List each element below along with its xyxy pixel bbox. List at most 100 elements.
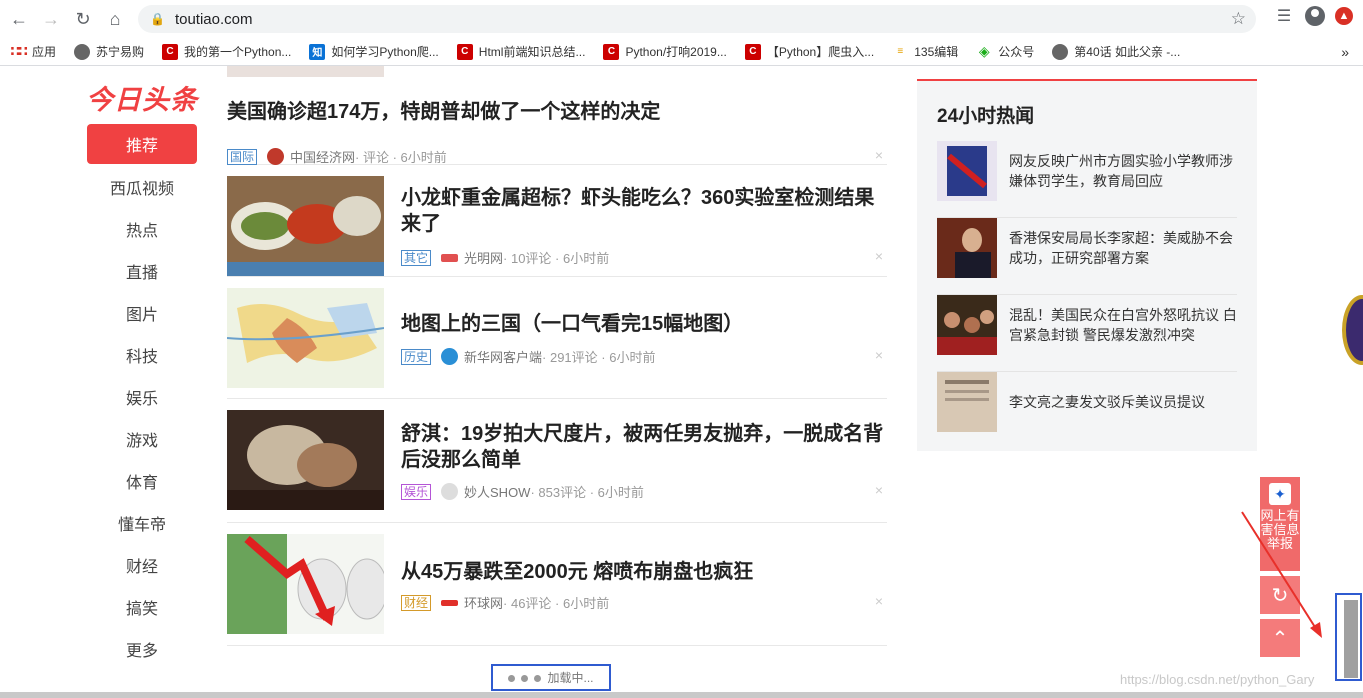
hot-thumbnail[interactable]	[937, 218, 997, 278]
feed-thumbnail[interactable]	[227, 288, 384, 388]
feed-tag: 财经	[401, 594, 432, 611]
bookmark-python-crawler[interactable]: C 【Python】爬虫入...	[744, 43, 874, 60]
address-bar[interactable]: 🔒 toutiao.com ☆	[138, 5, 1256, 33]
feed-source[interactable]: 环球网	[464, 593, 503, 612]
url-text: toutiao.com	[174, 10, 253, 28]
135-icon: ≡	[897, 46, 904, 57]
feed-item[interactable]: 小龙虾重金属超标？虾头能吃么？360实验室检测结果来了 其它 光明网 · 10评…	[227, 165, 887, 277]
feed-thumbnail[interactable]	[227, 176, 384, 276]
bookmark-star-icon[interactable]: ☆	[1231, 9, 1246, 29]
nav-item-games[interactable]: 游戏	[87, 418, 197, 460]
feed-source[interactable]: 新华网客户端	[464, 347, 542, 366]
profile-avatar-icon[interactable]	[1305, 6, 1325, 26]
scrollbar-highlight-box	[1335, 593, 1362, 681]
feed-tag: 国际	[227, 148, 258, 165]
feed-meta: 国际 中国经济网 · 评论 · 6小时前	[227, 147, 447, 166]
feed-title[interactable]: 从45万暴跌至2000元 熔喷布崩盘也疯狂	[401, 559, 887, 585]
feed-tag: 其它	[401, 249, 432, 266]
reading-list-icon[interactable]: ☰	[1273, 5, 1295, 27]
feed-title[interactable]: 舒淇：19岁拍大尺度片，被两任男友抛弃，一脱成名背后没那么简单	[401, 421, 887, 473]
bookmark-zhihu[interactable]: 知如何学习Python爬...	[309, 43, 439, 60]
hot-news-title: 24小时热闻	[937, 106, 1035, 127]
feed-stats: · 853评论 · 6小时前	[530, 485, 644, 500]
hot-news-text[interactable]: 混乱！美国民众在白宫外怒吼抗议 白宫紧急封锁 警民爆发激烈冲突	[1009, 305, 1237, 345]
bookmark-python-first[interactable]: C 我的第一个Python...	[162, 43, 291, 60]
feed-tag: 娱乐	[401, 483, 432, 500]
hot-news-item[interactable]: 李文亮之妻发文驳斥美议员提议	[937, 372, 1237, 449]
nav-item-funny[interactable]: 搞笑	[87, 586, 197, 628]
hot-news-text[interactable]: 香港保安局局长李家超：美威胁不会成功，正研究部署方案	[1009, 228, 1237, 268]
hot-news-item[interactable]: 香港保安局局长李家超：美威胁不会成功，正研究部署方案	[937, 218, 1237, 295]
feed-title[interactable]: 美国确诊超174万，特朗普却做了一个这样的决定	[227, 99, 660, 125]
feed-title[interactable]: 小龙虾重金属超标？虾头能吃么？360实验室检测结果来了	[401, 185, 887, 237]
feed-stats: · 291评论 · 6小时前	[542, 350, 656, 365]
bookmark-html[interactable]: C Html前端知识总结...	[456, 43, 585, 60]
dismiss-icon[interactable]: ×	[875, 482, 883, 498]
toolbar-right: ☰ ▲	[1273, 5, 1363, 27]
globe-icon	[1052, 43, 1069, 60]
loading-dots-icon	[508, 671, 547, 685]
zhihu-icon: 知	[309, 43, 326, 60]
nav-item-sports[interactable]: 体育	[87, 460, 197, 502]
loading-text: 加载中...	[547, 671, 594, 685]
nav-item-cars[interactable]: 懂车帝	[87, 502, 197, 544]
watermark-text: https://blog.csdn.net/python_Gary	[1120, 672, 1315, 687]
nav-item-ent[interactable]: 娱乐	[87, 376, 197, 418]
back-icon[interactable]: ←	[6, 6, 32, 32]
side-badge-icon[interactable]	[1342, 295, 1363, 365]
hot-news-panel: 24小时热闻 网友反映广州市方圆实验小学教师涉嫌体罚学生，教育局回应 香港保安局…	[917, 79, 1257, 451]
nav-item-recommend[interactable]: 推荐	[87, 124, 197, 164]
hot-news-text[interactable]: 网友反映广州市方圆实验小学教师涉嫌体罚学生，教育局回应	[1009, 151, 1237, 191]
feed-thumbnail[interactable]	[227, 410, 384, 510]
hot-thumbnail[interactable]	[937, 295, 997, 355]
forward-icon[interactable]: →	[38, 6, 64, 32]
hot-news-item[interactable]: 网友反映广州市方圆实验小学教师涉嫌体罚学生，教育局回应	[937, 141, 1237, 218]
feed-item[interactable]: 美国确诊超174万，特朗普却做了一个这样的决定 国际 中国经济网 · 评论 · …	[227, 77, 887, 165]
feed-thumbnail[interactable]	[227, 534, 384, 634]
dismiss-icon[interactable]: ×	[875, 147, 883, 163]
hot-news-text[interactable]: 李文亮之妻发文驳斥美议员提议	[1009, 392, 1237, 412]
nav-item-finance[interactable]: 财经	[87, 544, 197, 586]
csdn-icon: C	[744, 43, 761, 60]
dismiss-icon[interactable]: ×	[875, 347, 883, 363]
news-feed: 美国确诊超174万，特朗普却做了一个这样的决定 国际 中国经济网 · 评论 · …	[227, 66, 887, 646]
feed-title[interactable]: 地图上的三国（一口气看完15幅地图）	[401, 311, 887, 337]
feed-tag: 历史	[401, 348, 432, 365]
dismiss-icon[interactable]: ×	[875, 593, 883, 609]
nav-item-more[interactable]: 更多	[87, 628, 197, 670]
bookmark-python-2019[interactable]: C Python/打响2019...	[603, 43, 727, 60]
reload-icon[interactable]: ↻	[70, 6, 96, 32]
feed-source[interactable]: 妙人SHOW	[464, 482, 530, 501]
nav-item-tech[interactable]: 科技	[87, 334, 197, 376]
bookmarks-bar: ∷∷ 应用 苏宁易购 C 我的第一个Python... 知如何学习Python爬..…	[0, 38, 1363, 66]
portrait-image	[227, 410, 384, 510]
feed-stats: · 评论 · 6小时前	[355, 150, 447, 165]
bookmark-episode[interactable]: 第40话 如此父亲 -...	[1052, 43, 1180, 60]
bookmark-135[interactable]: ≡ 135编辑	[892, 43, 958, 60]
feed-meta: 历史 新华网客户端 · 291评论 · 6小时前	[401, 347, 655, 366]
dismiss-icon[interactable]: ×	[875, 248, 883, 264]
bookmark-gzh[interactable]: ◈ 公众号	[976, 43, 1034, 60]
feed-item[interactable]: 舒淇：19岁拍大尺度片，被两任男友抛弃，一脱成名背后没那么简单 娱乐 妙人SHO…	[227, 399, 887, 523]
hot-news-item[interactable]: 混乱！美国民众在白宫外怒吼抗议 白宫紧急封锁 警民爆发激烈冲突	[937, 295, 1237, 372]
nav-item-hot[interactable]: 热点	[87, 208, 197, 250]
feed-stats: · 10评论 · 6小时前	[503, 251, 610, 266]
feed-item[interactable]: 地图上的三国（一口气看完15幅地图） 历史 新华网客户端 · 291评论 · 6…	[227, 277, 887, 399]
lock-icon: 🔒	[150, 12, 165, 26]
bookmark-suning[interactable]: 苏宁易购	[74, 43, 144, 60]
extension-icon[interactable]: ▲	[1335, 7, 1353, 25]
feed-source[interactable]: 中国经济网	[290, 147, 355, 166]
nav-item-xigua[interactable]: 西瓜视频	[87, 166, 197, 208]
nav-item-images[interactable]: 图片	[87, 292, 197, 334]
nav-item-live[interactable]: 直播	[87, 250, 197, 292]
toutiao-logo[interactable]: 今日头条	[86, 78, 198, 117]
feed-item[interactable]: 从45万暴跌至2000元 熔喷布崩盘也疯狂 财经 环球网 · 46评论 · 6小…	[227, 523, 887, 646]
hot-thumbnail[interactable]	[937, 372, 997, 432]
bookmarks-more-icon[interactable]: »	[1341, 44, 1349, 60]
hot-thumbnail[interactable]	[937, 141, 997, 201]
feed-meta: 财经 环球网 · 46评论 · 6小时前	[401, 593, 609, 612]
home-icon[interactable]: ⌂	[102, 6, 128, 32]
feed-source[interactable]: 光明网	[464, 248, 503, 267]
feed-stats: · 46评论 · 6小时前	[503, 596, 610, 611]
bookmark-apps[interactable]: ∷∷ 应用	[10, 43, 56, 60]
